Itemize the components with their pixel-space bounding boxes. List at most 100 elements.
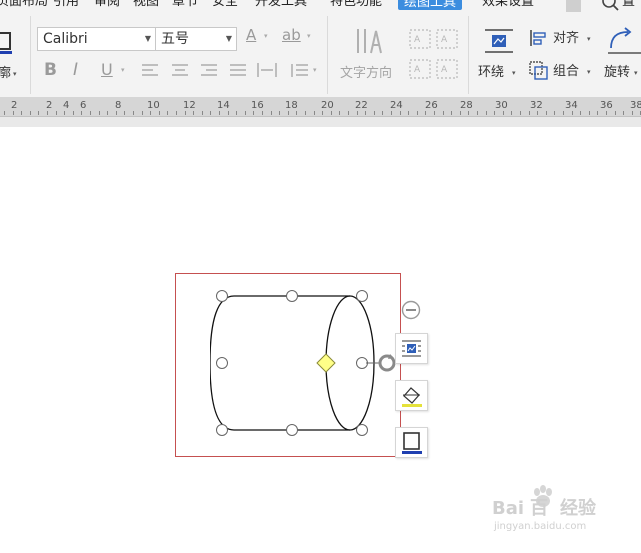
ruler-tick [270, 111, 272, 115]
watermark-suffix: 经验 [560, 498, 596, 519]
ribbon-separator [468, 16, 469, 94]
group-icon[interactable] [529, 61, 549, 81]
highlight-icon[interactable]: ab [282, 26, 301, 44]
group-label[interactable]: 组合 [553, 64, 579, 80]
ribbon-separator [30, 16, 31, 94]
resize-handle-bottom-right[interactable] [356, 424, 368, 436]
search-icon[interactable] [600, 0, 620, 12]
text-direction-icon[interactable] [354, 26, 384, 56]
ruler-tick [296, 111, 298, 115]
menu-effects[interactable]: 效果设置 [482, 0, 534, 10]
ruler-tick [451, 111, 453, 115]
text-direction-label[interactable]: 文字方向 [340, 66, 392, 82]
menu-security[interactable]: 安全 [212, 0, 238, 10]
underline-icon[interactable]: U [101, 61, 113, 79]
ruler-tick [399, 111, 401, 115]
wrap-label[interactable]: 环绕 [478, 65, 504, 81]
svg-text:A: A [414, 65, 421, 75]
font-color-icon[interactable]: A [246, 26, 256, 44]
ruler-tick [201, 111, 203, 115]
ruler-tick [253, 111, 255, 115]
resize-handle-top-right[interactable] [356, 290, 368, 302]
resize-handle-bottom[interactable] [286, 424, 298, 436]
layout-options-button[interactable] [395, 333, 428, 364]
ruler-tick [184, 111, 186, 115]
italic-icon[interactable]: I [73, 61, 78, 79]
ruler-tick [4, 111, 5, 115]
chevron-down-icon[interactable]: ▾ [13, 70, 17, 78]
font-size-combo[interactable]: 五号 ▼ [155, 27, 237, 51]
ruler-tick [631, 111, 633, 115]
ruler-tick [81, 111, 83, 115]
ruler-tick [141, 111, 143, 115]
ruler-tick [425, 111, 427, 115]
ruler-tick [597, 111, 599, 115]
chevron-down-icon[interactable]: ▾ [264, 32, 268, 40]
menu-chapter[interactable]: 章节 [172, 0, 198, 10]
watermark-url: jingyan.baidu.com [494, 521, 587, 532]
ruler-tick [365, 111, 367, 115]
font-name-combo[interactable]: Calibri ▼ [37, 27, 156, 51]
ruler-tick [563, 111, 564, 115]
ruler-tick [554, 111, 556, 115]
text-box-tools: A A A A [409, 29, 458, 79]
menu-references[interactable]: 引用 [53, 0, 79, 10]
menu-overflow[interactable] [566, 0, 581, 12]
ruler-tick [158, 111, 160, 115]
menu-bar: 页面布局 引用 审阅 视图 章节 安全 开发工具 特色功能 绘图工具 效果设置 … [0, 0, 641, 12]
resize-handle-bottom-left[interactable] [216, 424, 228, 436]
baidu-jingyan-watermark: Bai 百 经验 jingyan.baidu.com [470, 484, 620, 534]
ruler-tick [416, 111, 418, 115]
menu-developer[interactable]: 开发工具 [255, 0, 307, 10]
ruler-tick [571, 111, 573, 115]
wrap-icon[interactable] [484, 27, 514, 55]
ruler-tick [356, 111, 358, 115]
fill-button[interactable] [395, 380, 428, 411]
ruler-tick [373, 111, 375, 115]
menu-find[interactable]: 置 [622, 0, 635, 10]
bold-icon[interactable]: B [44, 61, 57, 79]
ruler-tick [21, 111, 23, 115]
rotate-handle-icon[interactable] [366, 351, 396, 375]
menu-drawing-tools[interactable]: 绘图工具 [398, 0, 463, 10]
menu-page-layout[interactable]: 页面布局 [0, 0, 48, 10]
ruler-tick [150, 111, 152, 115]
chevron-down-icon[interactable]: ▾ [587, 35, 591, 43]
adjust-diamond-handle[interactable] [316, 353, 336, 373]
ruler-tick [133, 111, 134, 115]
ruler-tick [55, 111, 57, 115]
chevron-down-icon[interactable]: ▾ [121, 66, 125, 74]
menu-review[interactable]: 审阅 [94, 0, 120, 10]
resize-handle-left[interactable] [216, 357, 228, 369]
ruler-tick [244, 111, 246, 115]
ruler-tick [236, 111, 238, 115]
font-name-value: Calibri [43, 31, 88, 47]
menu-features[interactable]: 特色功能 [330, 0, 382, 10]
chevron-down-icon[interactable]: ▾ [512, 69, 516, 77]
shape-outline-label[interactable]: 廓 [0, 66, 11, 82]
chevron-down-icon[interactable]: ▾ [307, 32, 311, 40]
outline-button[interactable] [395, 427, 428, 458]
rotate-icon[interactable] [606, 26, 641, 56]
menu-view[interactable]: 视图 [133, 0, 159, 10]
ruler-tick [227, 111, 229, 115]
ribbon: 廓 ▾ Calibri ▼ 五号 ▼ A ▾ ab ▾ B I U ▾ ▾ 文字… [0, 12, 641, 98]
svg-text:A: A [441, 65, 448, 75]
align-icon[interactable] [529, 29, 547, 47]
chevron-down-icon[interactable]: ▾ [587, 68, 591, 76]
chevron-down-icon[interactable]: ▾ [634, 69, 638, 77]
resize-handle-top-left[interactable] [216, 290, 228, 302]
collapse-icon[interactable] [401, 300, 421, 320]
ruler-label: 28 [460, 100, 473, 111]
horizontal-ruler[interactable]: 2 2 4 6 8 10 12 14 16 18 20 22 24 26 28 … [0, 97, 641, 117]
ruler-tick [477, 111, 478, 115]
resize-handle-top[interactable] [286, 290, 298, 302]
wrap-layout-icon [402, 340, 421, 357]
shape-outline-icon[interactable] [0, 30, 16, 56]
ruler-tick [90, 111, 91, 115]
ribbon-separator [327, 16, 328, 94]
rotate-label[interactable]: 旋转 [604, 65, 630, 81]
chevron-down-icon[interactable]: ▾ [313, 66, 317, 74]
ruler-tick [107, 111, 109, 115]
align-label[interactable]: 对齐 [553, 31, 579, 47]
